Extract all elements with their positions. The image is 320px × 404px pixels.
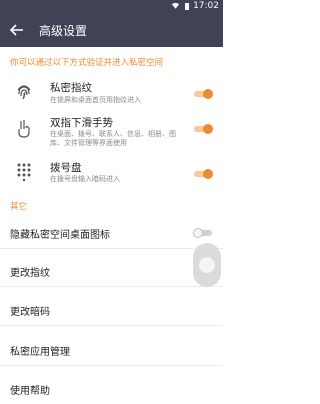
status-time: 17:02: [193, 1, 219, 11]
status-icons: [171, 2, 191, 10]
method-desc: 在锁屏和桌面首页用指纹进入: [50, 96, 141, 104]
toggle-knob: [203, 89, 213, 99]
two-finger-toggle[interactable]: [194, 124, 214, 134]
other-caption: 其它: [10, 202, 28, 212]
row-label: 私密应用管理: [10, 347, 70, 358]
private-app-management-row[interactable]: 私密应用管理: [0, 335, 223, 365]
intro-caption: 你可以通过以下方式验证并进入私密空间: [10, 58, 164, 68]
divider: [0, 365, 223, 366]
method-desc: 在桌面、拨号、联系人、信息、相册、图库、文件管理等界面使用: [50, 130, 176, 147]
method-title: 私密指纹: [50, 82, 92, 94]
toggle-knob: [203, 124, 213, 134]
two-finger-swipe-icon: [18, 120, 30, 138]
page-title: 高级设置: [39, 24, 88, 38]
method-desc: 在拨号盘输入暗码进入: [50, 175, 120, 183]
battery-icon: [185, 3, 189, 10]
change-fingerprint-row[interactable]: 更改指纹: [0, 256, 223, 286]
toggle-knob: [203, 169, 213, 179]
toggle-knob: [193, 228, 203, 238]
change-code-row[interactable]: 更改暗码: [0, 295, 223, 325]
row-label: 使用帮助: [10, 386, 50, 397]
row-label: 更改暗码: [10, 307, 50, 318]
back-arrow-icon[interactable]: [9, 22, 25, 38]
status-bar: 17:02: [0, 0, 223, 13]
divider: [0, 286, 223, 287]
dialpad-icon: [17, 163, 31, 181]
floating-ball-inner: [199, 257, 215, 273]
hide-icon-toggle[interactable]: [193, 228, 214, 238]
divider: [0, 325, 223, 326]
floating-assistant-ball[interactable]: [193, 243, 221, 287]
hide-desktop-icon-row[interactable]: 隐藏私密空间桌面图标: [0, 218, 223, 248]
help-row[interactable]: 使用帮助: [0, 374, 223, 404]
dialpad-toggle[interactable]: [194, 169, 214, 179]
fingerprint-icon: [17, 85, 31, 100]
row-label: 更改指纹: [10, 268, 50, 279]
divider: [0, 248, 223, 249]
method-row-fingerprint[interactable]: 私密指纹 在锁屏和桌面首页用指纹进入: [0, 75, 223, 113]
wifi-icon: [171, 2, 180, 9]
fingerprint-toggle[interactable]: [194, 89, 214, 99]
method-row-two-finger-swipe[interactable]: 双指下滑手势 在桌面、拨号、联系人、信息、相册、图库、文件管理等界面使用: [0, 113, 223, 155]
row-label: 隐藏私密空间桌面图标: [10, 230, 110, 241]
method-row-dialpad[interactable]: 拨号盘 在拨号盘输入暗码进入: [0, 155, 223, 191]
method-title: 双指下滑手势: [50, 117, 113, 129]
app-bar: 高级设置: [0, 13, 223, 47]
method-title: 拨号盘: [50, 162, 82, 174]
